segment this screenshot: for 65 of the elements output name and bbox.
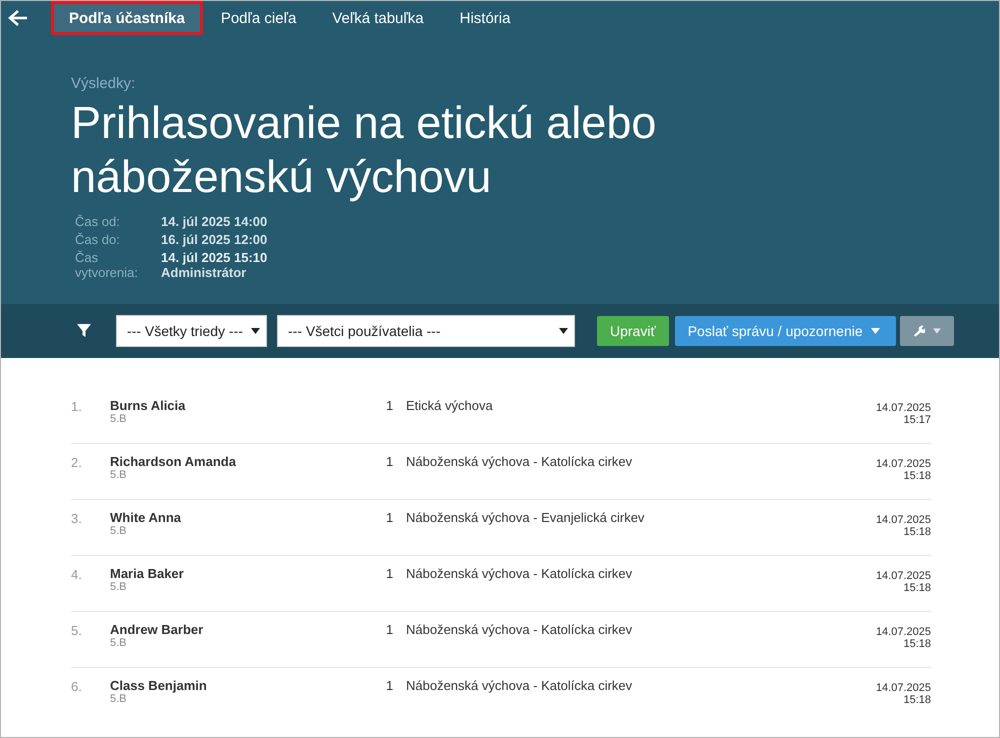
choice-text: Náboženská výchova - Katolícka cirkev [406,622,634,639]
date-text: 14.07.2025 [876,514,931,526]
class-select[interactable]: --- Všetky triedy --- [116,315,267,347]
choice-count: 1 [386,678,394,695]
participant-name: Class Benjamin [110,678,208,693]
participant-name: Maria Baker [110,566,185,581]
date-text: 14.07.2025 [876,626,931,638]
meta-label: Čas vytvorenia: [75,250,139,280]
choice-count: 1 [386,510,394,527]
choice-count: 1 [386,454,394,471]
choice-count: 1 [386,398,394,415]
caret-icon [932,328,941,334]
time-text: 15:17 [903,414,931,426]
time-text: 15:18 [903,526,931,538]
class-label: 5.B [110,693,128,705]
participant-name: Burns Alicia [110,398,186,413]
time-text: 15:18 [903,582,931,594]
date-text: 14.07.2025 [876,682,931,694]
row-number: 3. [71,510,83,528]
row-number: 6. [71,678,83,696]
wrench-icon [912,324,925,338]
tab[interactable]: Podľa cieľa [202,1,314,35]
meta-value: 14. júl 2025 14:00 [161,214,268,229]
choice-count: 1 [386,566,394,583]
class-label: 5.B [110,637,128,649]
meta-label: Čas od: [75,214,121,229]
choice-count: 1 [386,622,394,639]
page-subtitle: Výsledky: [71,75,136,92]
tools-button[interactable] [900,316,954,346]
filter-icon[interactable] [76,323,92,339]
choice-text: Etická výchova [406,398,494,415]
date-text: 14.07.2025 [876,458,931,470]
meta-label: Čas do: [75,232,121,247]
meta-value: 14. júl 2025 15:10 [161,250,268,265]
class-label: 5.B [110,413,128,425]
choice-text: Náboženská výchova - Katolícka cirkev [406,678,634,695]
class-label: 5.B [110,581,128,593]
row-number: 1. [71,398,83,416]
class-label: 5.B [110,525,128,537]
page-title: Prihlasovanie na etickú alebo náboženskú výchovu [71,96,658,204]
time-text: 15:18 [903,694,931,706]
back-arrow-icon[interactable] [8,9,28,27]
tab[interactable]: Podľa účastníka [51,1,203,35]
time-text: 15:18 [903,638,931,650]
row-number: 2. [71,454,83,472]
date-text: 14.07.2025 [876,402,931,414]
tab[interactable]: História [442,1,528,35]
user-select[interactable]: --- Všetci používatelia --- [277,315,575,347]
caret-icon [559,328,568,334]
choice-text: Náboženská výchova - Katolícka cirkev [406,454,634,471]
meta-value: 16. júl 2025 12:00 [161,232,268,247]
choice-text: Náboženská výchova - Katolícka cirkev [406,566,634,583]
class-label: 5.B [110,469,128,481]
row-number: 4. [71,566,83,584]
choice-text: Náboženská výchova - Evanjelická cirkev [406,510,646,527]
meta-value: Administrátor [161,265,248,280]
caret-icon [251,328,260,334]
row-number: 5. [71,622,83,640]
participant-name: Andrew Barber [110,622,204,637]
participant-name: Richardson Amanda [110,454,237,469]
time-text: 15:18 [903,470,931,482]
caret-icon [870,328,880,334]
tab[interactable]: Veľká tabuľka [314,1,442,35]
date-text: 14.07.2025 [876,570,931,582]
participant-name: White Anna [110,510,182,525]
